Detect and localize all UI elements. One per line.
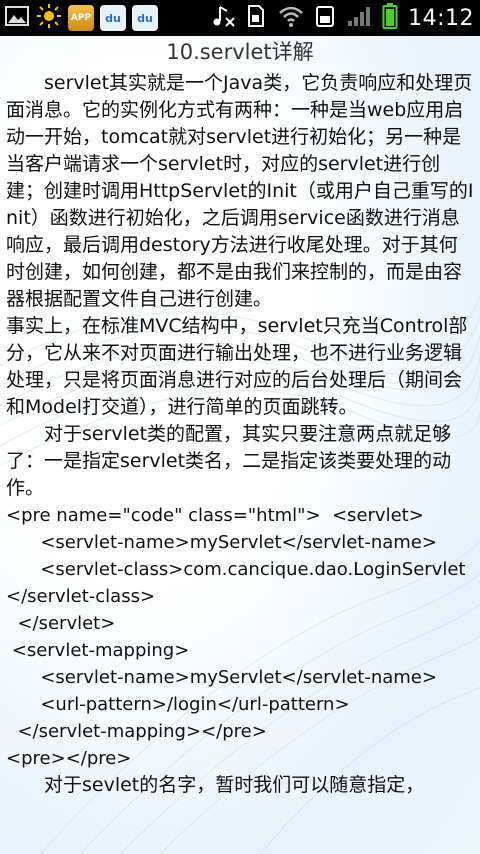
paragraph: 对于sevlet的名字，暂时我们可以随意指定， [44, 774, 425, 796]
article-body: servlet其实就是一个Java类，它负责响应和处理页面消息。它的实例化方式有… [6, 70, 474, 799]
baidu-icon: du [100, 5, 126, 31]
app-store-icon: APP [68, 5, 94, 31]
paragraph: 事实上，在标准MVC结构中，servlet只充当Control部分，它从来不对页… [6, 315, 468, 418]
signal-icon [346, 3, 372, 33]
battery-icon [382, 2, 398, 34]
music-muted-icon [212, 3, 236, 33]
paragraph: 对于servlet类的配置，其实只要注意两点就足够了：一是指定servlet类名… [6, 423, 452, 499]
status-bar: APP du du 14:12 [0, 0, 480, 36]
page-title: 10.servlet详解 [166, 40, 314, 64]
system-icons: 14:12 [212, 3, 474, 33]
gallery-icon [4, 3, 30, 33]
notification-icons: APP du du [4, 3, 158, 33]
paragraph: servlet其实就是一个Java类，它负责响应和处理页面消息。它的实例化方式有… [6, 72, 474, 310]
status-clock: 14:12 [408, 5, 474, 31]
storage-icon [314, 3, 336, 33]
baidu-icon-2: du [132, 5, 158, 31]
wifi-icon [278, 3, 304, 33]
reader-page[interactable]: 10.servlet详解 servlet其实就是一个Java类，它负责响应和处理… [0, 36, 480, 854]
brightness-icon [36, 3, 62, 33]
code-block: <pre name="code" class="html"> <servlet>… [6, 505, 466, 769]
sim-card-icon [246, 3, 268, 33]
